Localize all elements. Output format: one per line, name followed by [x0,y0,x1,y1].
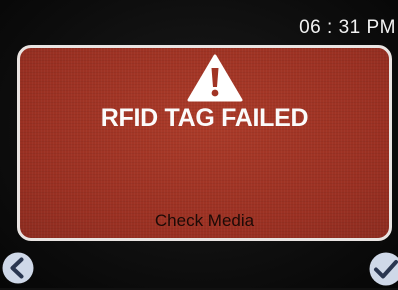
alert-title: RFID TAG FAILED [20,104,389,133]
confirm-button[interactable] [368,251,398,287]
alert-message: Check Media [20,211,389,231]
printer-display: 06 : 31 PM RFID TAG FAILED Check Media [0,0,398,288]
checkmark-icon [368,251,398,287]
clock-time: 06 : 31 PM [299,17,396,39]
alert-panel: RFID TAG FAILED Check Media [17,45,392,241]
back-button[interactable] [1,251,35,285]
chevron-left-icon [1,251,35,285]
warning-icon [187,54,243,102]
